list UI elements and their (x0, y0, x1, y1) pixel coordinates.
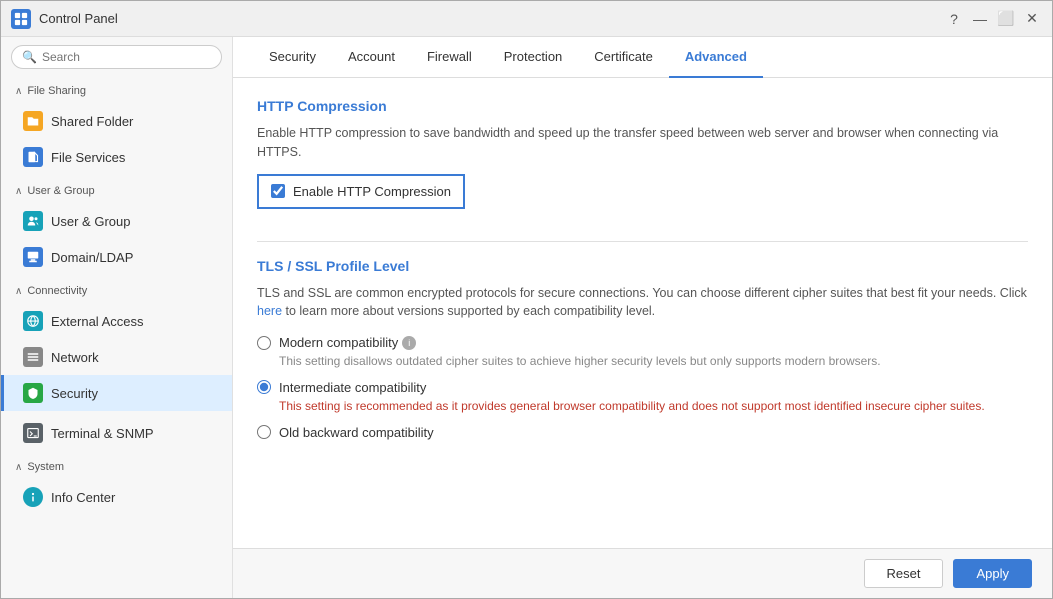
info-center-icon (23, 487, 43, 507)
tab-certificate[interactable]: Certificate (578, 37, 669, 78)
section-label-connectivity: Connectivity (27, 285, 87, 297)
chevron-icon-4: ∧ (15, 462, 22, 473)
tab-security[interactable]: Security (253, 37, 332, 78)
radio-modern[interactable] (257, 336, 271, 350)
terminal-icon (23, 423, 43, 443)
sidebar-item-domain-ldap[interactable]: Domain/LDAP (1, 239, 232, 275)
chevron-icon: ∧ (15, 86, 22, 97)
section-header-connectivity[interactable]: ∧ Connectivity (1, 279, 232, 303)
section-terminal: Terminal & SNMP (1, 413, 232, 453)
sidebar-item-info-center[interactable]: Info Center (1, 479, 232, 515)
radio-option-modern: Modern compatibility i This setting disa… (257, 335, 1028, 370)
sidebar-item-network[interactable]: Network (1, 339, 232, 375)
search-box: 🔍 (11, 45, 222, 69)
sidebar-item-user-group[interactable]: User & Group (1, 203, 232, 239)
sidebar-label-file-services: File Services (51, 150, 125, 165)
tab-protection[interactable]: Protection (488, 37, 579, 78)
sidebar-label-info-center: Info Center (51, 490, 115, 505)
radio-modern-label[interactable]: Modern compatibility (279, 335, 398, 350)
search-container: 🔍 (1, 37, 232, 77)
search-icon: 🔍 (22, 50, 37, 64)
sidebar: 🔍 ∧ File Sharing Shared Folder (1, 37, 233, 598)
section-label-user-group: User & Group (27, 185, 94, 197)
sidebar-label-security: Security (51, 386, 98, 401)
radio-old-label[interactable]: Old backward compatibility (279, 425, 434, 440)
tls-ssl-title: TLS / SSL Profile Level (257, 258, 1028, 274)
sidebar-label-user-group: User & Group (51, 214, 130, 229)
radio-intermediate[interactable] (257, 380, 271, 394)
window-title: Control Panel (39, 11, 944, 26)
section-connectivity: ∧ Connectivity External Access Network (1, 277, 232, 413)
radio-intermediate-label[interactable]: Intermediate compatibility (279, 380, 426, 395)
sidebar-item-file-services[interactable]: File Services (1, 139, 232, 175)
http-compression-checkbox-row: Enable HTTP Compression (257, 174, 465, 209)
window-controls: ? — ⬜ ✕ (944, 9, 1042, 29)
tls-here-link[interactable]: here (257, 304, 282, 318)
network-icon (23, 347, 43, 367)
apply-button[interactable]: Apply (953, 559, 1032, 588)
tls-radio-group: Modern compatibility i This setting disa… (257, 335, 1028, 440)
section-system: ∧ System Info Center (1, 453, 232, 517)
section-user-group: ∧ User & Group User & Group Domain/LDAP (1, 177, 232, 277)
sidebar-item-terminal[interactable]: Terminal & SNMP (1, 415, 232, 451)
http-compression-section: HTTP Compression Enable HTTP compression… (257, 98, 1028, 225)
shared-folder-icon (23, 111, 43, 131)
sidebar-item-shared-folder[interactable]: Shared Folder (1, 103, 232, 139)
reset-button[interactable]: Reset (864, 559, 944, 588)
sidebar-label-shared-folder: Shared Folder (51, 114, 133, 129)
page-content: HTTP Compression Enable HTTP compression… (233, 78, 1052, 548)
security-icon (23, 383, 43, 403)
user-group-icon (23, 211, 43, 231)
sidebar-label-domain-ldap: Domain/LDAP (51, 250, 133, 265)
section-header-user-group[interactable]: ∧ User & Group (1, 179, 232, 203)
radio-intermediate-desc: This setting is recommended as it provid… (279, 398, 1028, 415)
section-label-system: System (27, 461, 64, 473)
section-label-file-sharing: File Sharing (27, 85, 86, 97)
help-button[interactable]: ? (944, 9, 964, 29)
sidebar-item-external-access[interactable]: External Access (1, 303, 232, 339)
sidebar-label-terminal: Terminal & SNMP (51, 426, 154, 441)
tab-account[interactable]: Account (332, 37, 411, 78)
content-area: Security Account Firewall Protection Cer… (233, 37, 1052, 598)
http-compression-title: HTTP Compression (257, 98, 1028, 114)
app-icon (11, 9, 31, 29)
control-panel-window: Control Panel ? — ⬜ ✕ 🔍 ∧ File Sharing (0, 0, 1053, 599)
radio-modern-desc: This setting disallows outdated cipher s… (279, 353, 1028, 370)
external-access-icon (23, 311, 43, 331)
enable-http-label[interactable]: Enable HTTP Compression (293, 184, 451, 199)
tls-ssl-section: TLS / SSL Profile Level TLS and SSL are … (257, 258, 1028, 440)
titlebar: Control Panel ? — ⬜ ✕ (1, 1, 1052, 37)
tls-ssl-desc: TLS and SSL are common encrypted protoco… (257, 284, 1028, 322)
info-icon-modern[interactable]: i (402, 336, 416, 350)
sidebar-item-security[interactable]: Security (1, 375, 232, 411)
http-compression-desc: Enable HTTP compression to save bandwidt… (257, 124, 1028, 162)
section-header-file-sharing[interactable]: ∧ File Sharing (1, 79, 232, 103)
close-button[interactable]: ✕ (1022, 9, 1042, 29)
enable-http-checkbox[interactable] (271, 184, 285, 198)
radio-option-intermediate: Intermediate compatibility This setting … (257, 380, 1028, 415)
radio-old[interactable] (257, 425, 271, 439)
tab-firewall[interactable]: Firewall (411, 37, 488, 78)
section-file-sharing: ∧ File Sharing Shared Folder File Servic… (1, 77, 232, 177)
section-header-system[interactable]: ∧ System (1, 455, 232, 479)
maximize-button[interactable]: ⬜ (996, 9, 1016, 29)
tab-advanced[interactable]: Advanced (669, 37, 763, 78)
minimize-button[interactable]: — (970, 9, 990, 29)
tab-bar: Security Account Firewall Protection Cer… (233, 37, 1052, 78)
file-services-icon (23, 147, 43, 167)
search-input[interactable] (42, 50, 211, 64)
sidebar-label-external-access: External Access (51, 314, 144, 329)
sidebar-label-network: Network (51, 350, 99, 365)
main-layout: 🔍 ∧ File Sharing Shared Folder (1, 37, 1052, 598)
chevron-icon-3: ∧ (15, 286, 22, 297)
section-divider (257, 241, 1028, 242)
chevron-icon-2: ∧ (15, 186, 22, 197)
footer: Reset Apply (233, 548, 1052, 598)
radio-option-old: Old backward compatibility (257, 425, 1028, 440)
domain-icon (23, 247, 43, 267)
